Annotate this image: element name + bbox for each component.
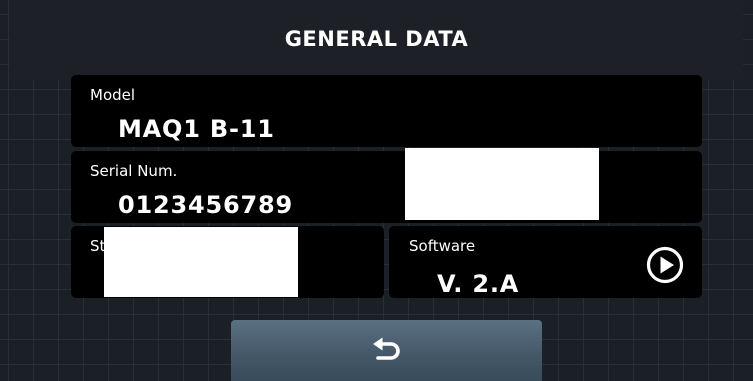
serial-value: 0123456789 <box>118 191 293 219</box>
serial-panel: Serial Num. 0123456789 <box>71 151 702 223</box>
back-button[interactable] <box>231 320 542 381</box>
software-value: V. 2.A <box>437 270 520 298</box>
play-circle-icon <box>646 246 684 284</box>
model-panel: Model MAQ1 B-11 <box>71 75 702 147</box>
software-play-button[interactable] <box>641 245 689 285</box>
model-label: Model <box>90 86 136 104</box>
page-title: GENERAL DATA <box>284 27 469 51</box>
model-value: MAQ1 B-11 <box>118 115 275 143</box>
serial-label: Serial Num. <box>90 162 178 180</box>
software-label: Software <box>409 237 476 255</box>
redacted-box-serial <box>405 148 599 220</box>
redacted-box-status <box>104 227 298 297</box>
return-arrow-icon <box>372 337 400 360</box>
